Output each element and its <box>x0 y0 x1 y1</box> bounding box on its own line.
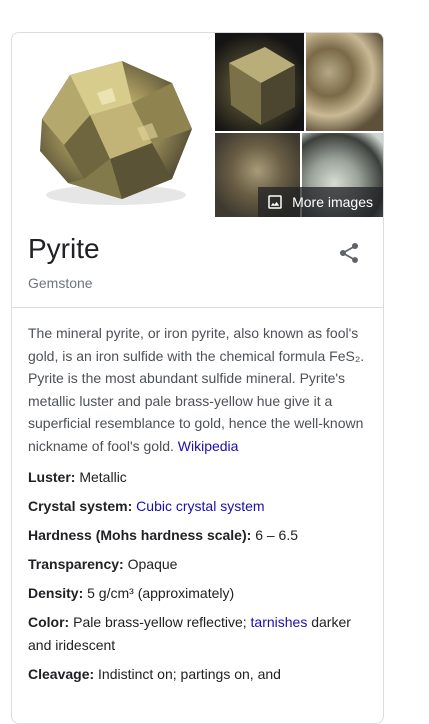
fact-label: Luster: <box>28 469 76 485</box>
fact-hardness: Hardness (Mohs hardness scale): 6 – 6.5 <box>28 524 369 547</box>
fact-label: Color: <box>28 614 70 630</box>
pyrite-cube-drawing <box>229 47 295 125</box>
fact-label: Density: <box>28 585 84 601</box>
image-gallery: More images <box>12 33 383 217</box>
share-icon <box>339 242 359 263</box>
fact-label: Cleavage: <box>28 665 95 682</box>
fact-transparency: Transparency: Opaque <box>28 553 369 576</box>
more-images-button[interactable]: More images <box>258 187 383 217</box>
fact-value: Opaque <box>127 556 178 572</box>
fact-cleavage: Cleavage: Indistinct on; partings on, an… <box>28 663 369 686</box>
fact-label: Hardness (Mohs hardness scale): <box>28 527 252 543</box>
more-images-label: More images <box>292 194 373 210</box>
entity-subtitle: Gemstone <box>28 275 93 291</box>
fact-label: Crystal system: <box>28 498 133 514</box>
fact-value: Pale brass-yellow reflective; <box>73 614 247 630</box>
knowledge-panel: More images Pyrite Gemstone The mineral … <box>11 32 384 724</box>
facts-list: Luster: Metallic Crystal system: Cubic c… <box>28 466 369 685</box>
description-text: The mineral pyrite, or iron pyrite, also… <box>28 325 365 454</box>
fact-luster: Luster: Metallic <box>28 466 369 489</box>
image-icon <box>268 195 282 209</box>
fact-value: Indistinct on; partings on, and <box>98 665 281 682</box>
fact-value: Metallic <box>79 469 127 485</box>
pyrite-cube-image[interactable] <box>215 33 304 131</box>
fact-crystal-system: Crystal system: Cubic crystal system <box>28 495 369 518</box>
entity-header: Pyrite Gemstone <box>12 217 383 308</box>
fact-label: Transparency: <box>28 556 124 572</box>
fact-value: 5 g/cm³ (approximately) <box>87 585 235 601</box>
entity-description: The mineral pyrite, or iron pyrite, also… <box>28 322 369 457</box>
main-image[interactable] <box>12 33 213 217</box>
entity-title: Pyrite <box>28 233 100 264</box>
tarnishes-link[interactable]: tarnishes <box>251 614 308 630</box>
fact-value: 6 – 6.5 <box>255 527 299 543</box>
wikipedia-link[interactable]: Wikipedia <box>178 438 239 454</box>
pyrite-crystal-image <box>40 61 192 205</box>
pyrite-cluster-image[interactable] <box>306 33 383 131</box>
fact-density: Density: 5 g/cm³ (approximately) <box>28 582 369 605</box>
crystal-system-link[interactable]: Cubic crystal system <box>136 498 264 514</box>
entity-content: The mineral pyrite, or iron pyrite, also… <box>28 322 369 692</box>
share-button[interactable] <box>337 241 361 265</box>
fact-color: Color: Pale brass-yellow reflective; tar… <box>28 611 369 656</box>
